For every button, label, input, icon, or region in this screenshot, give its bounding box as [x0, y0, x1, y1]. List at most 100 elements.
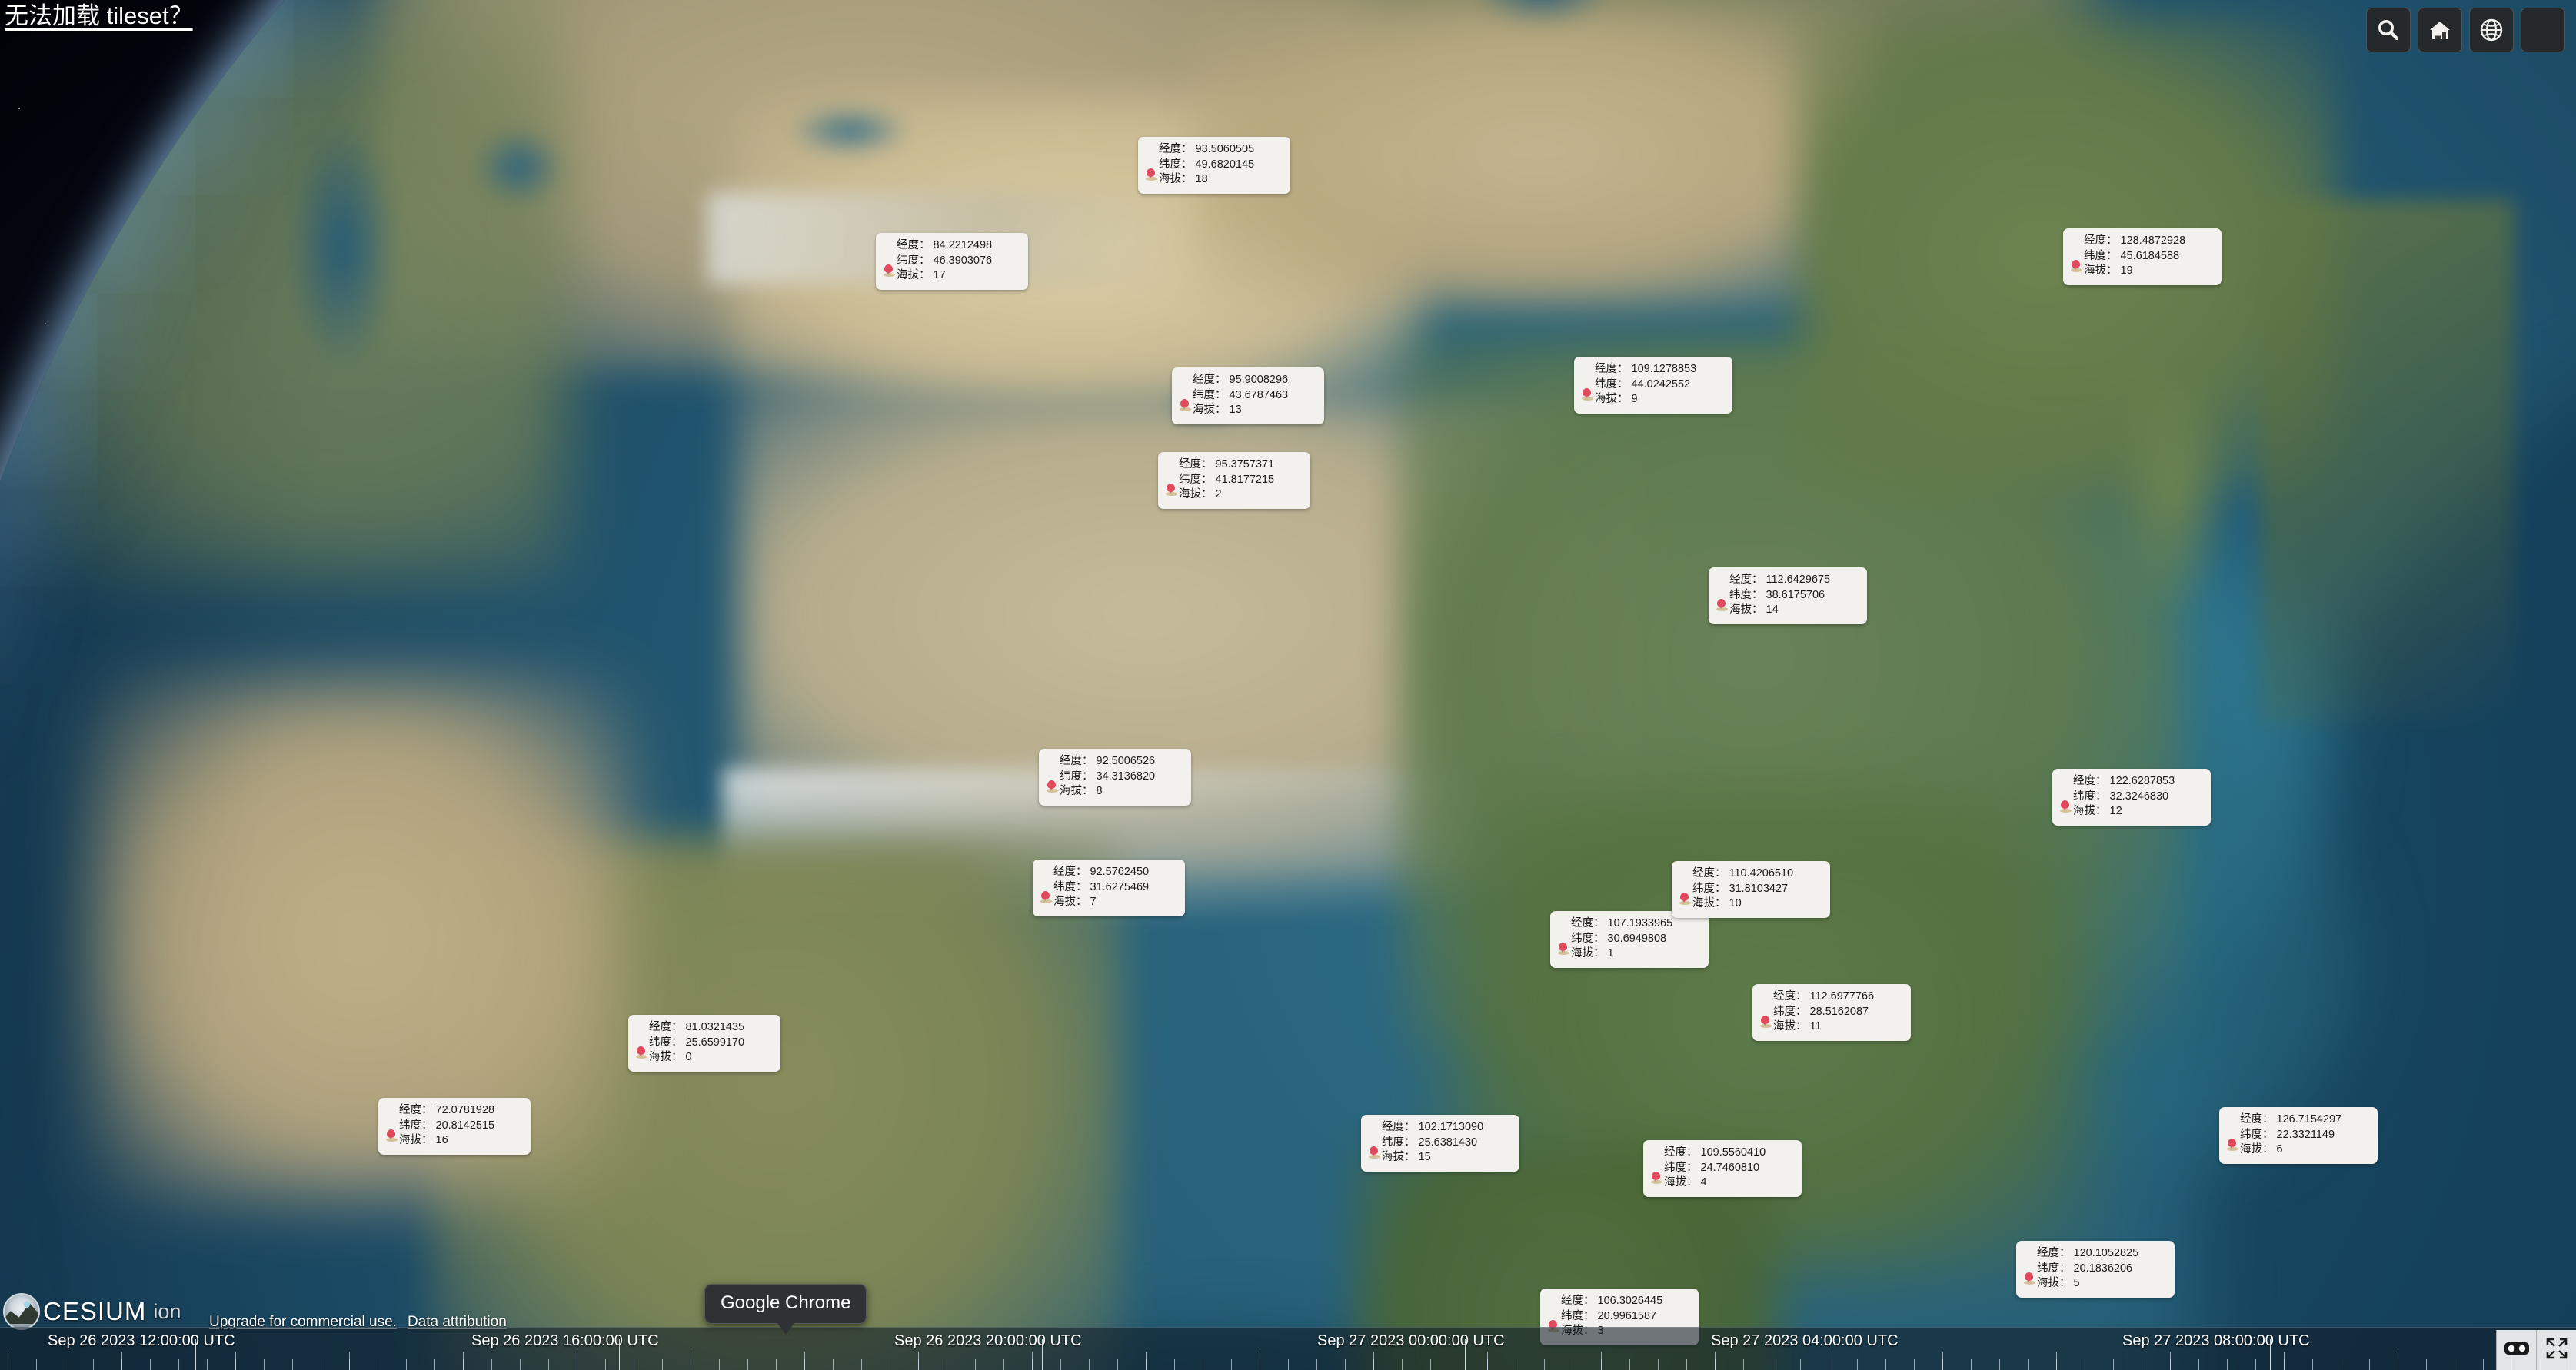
label-value-elevation: 0 — [685, 1051, 692, 1063]
label-key-elevation: 海拔： — [2037, 1277, 2071, 1289]
timeline-major-tick — [619, 1339, 620, 1370]
label-row-latitude: 纬度： 28.5162087 — [1760, 1005, 1902, 1028]
label-value-elevation: 19 — [2120, 264, 2133, 277]
label-value-elevation: 4 — [1700, 1176, 1707, 1189]
vr-button[interactable] — [2496, 1330, 2536, 1370]
label-row-latitude: 纬度： 25.6381430 — [1369, 1136, 1510, 1159]
timeline-mid-tick — [1715, 1352, 1716, 1370]
label-row-elevation: 海拔： 18 — [1146, 172, 1281, 188]
timeline-minor-tick — [1999, 1359, 2000, 1370]
base-layer-picker-button[interactable] — [2521, 8, 2565, 52]
label-key-elevation: 海拔： — [1595, 393, 1629, 405]
label-row-elevation: 海拔： 8 — [1047, 784, 1182, 800]
coordinate-label[interactable]: 经度： 126.7154297 纬度： 22.3321149 海拔： 6 — [2219, 1107, 2378, 1164]
label-key-elevation: 海拔： — [1664, 1176, 1698, 1189]
coordinate-label[interactable]: 经度： 84.2212498 纬度： 46.3903076 海拔： 17 — [876, 233, 1028, 290]
timeline-minor-tick — [520, 1359, 521, 1370]
pin-base-shadow — [1679, 901, 1691, 905]
label-key-elevation: 海拔： — [399, 1134, 433, 1146]
timeline-minor-tick — [975, 1359, 976, 1370]
globe[interactable] — [0, 0, 2576, 1370]
search-button[interactable] — [2366, 8, 2411, 52]
label-key-longitude: 经度： — [1773, 990, 1807, 1003]
timeline-minor-tick — [1345, 1359, 1346, 1370]
coordinate-label[interactable]: 经度： 102.1713090 纬度： 25.6381430 海拔： 15 — [1361, 1115, 1519, 1172]
label-key-elevation: 海拔： — [1571, 947, 1605, 959]
timeline-minor-tick — [1231, 1359, 1232, 1370]
timeline-major-tick — [1465, 1339, 1466, 1370]
fullscreen-button[interactable] — [2536, 1330, 2576, 1370]
label-row-elevation: 海拔： 0 — [636, 1050, 771, 1066]
coordinate-label[interactable]: 经度： 95.9008296 纬度： 43.6787463 海拔： 13 — [1172, 367, 1324, 424]
timeline-minor-tick — [1971, 1359, 1972, 1370]
coordinate-label[interactable]: 经度： 120.1052825 纬度： 20.1836206 海拔： 5 — [2016, 1241, 2175, 1298]
label-key-elevation: 海拔： — [1193, 404, 1226, 416]
coordinate-label[interactable]: 经度： 107.1933965 纬度： 30.6949808 海拔： 1 — [1550, 911, 1709, 968]
label-key-longitude: 经度： — [2240, 1113, 2274, 1126]
timeline-minor-tick — [406, 1359, 407, 1370]
label-value-latitude: 24.7460810 — [1700, 1161, 1760, 1174]
timeline-minor-tick — [2312, 1359, 2313, 1370]
timeline-minor-tick — [861, 1359, 862, 1370]
timeline-minor-tick — [1743, 1359, 1744, 1370]
label-value-elevation: 5 — [2073, 1277, 2080, 1289]
label-key-elevation: 海拔： — [1382, 1151, 1416, 1163]
timeline-tick-label: Sep 27 2023 00:00:00 UTC — [1317, 1332, 1505, 1349]
pin-base-shadow — [636, 1055, 647, 1059]
scene-mode-button[interactable] — [2469, 8, 2514, 52]
coordinate-label[interactable]: 经度： 109.1278853 纬度： 44.0242552 海拔： 9 — [1574, 357, 1732, 414]
label-key-elevation: 海拔： — [1179, 488, 1213, 500]
land-gobi — [1192, 0, 1884, 308]
timeline-minor-tick — [178, 1359, 179, 1370]
label-key-elevation: 海拔： — [1159, 173, 1193, 185]
label-key-latitude: 纬度： — [1571, 932, 1605, 945]
coordinate-label[interactable]: 经度： 81.0321435 纬度： 25.6599170 海拔： 0 — [628, 1015, 780, 1072]
label-value-longitude: 102.1713090 — [1418, 1121, 1484, 1133]
timeline-minor-tick — [1316, 1359, 1317, 1370]
coordinate-label[interactable]: 经度： 122.6287853 纬度： 32.3246830 海拔： 12 — [2052, 769, 2211, 826]
label-value-elevation: 12 — [2109, 805, 2122, 817]
label-row-latitude: 纬度： 20.9961587 — [1548, 1309, 1689, 1332]
timeline-minor-tick — [1658, 1359, 1659, 1370]
coordinate-label[interactable]: 经度： 110.4206510 纬度： 31.8103427 海拔： 10 — [1672, 861, 1830, 918]
timeline-minor-tick — [833, 1359, 834, 1370]
cesium-viewer[interactable]: 无法加载 tileset？ 经度： 93.5060505 纬度： 49.6820… — [0, 0, 2576, 1370]
coordinate-label[interactable]: 经度： 72.0781928 纬度： 20.8142515 海拔： 16 — [378, 1098, 531, 1155]
pin-base-shadow — [2227, 1147, 2238, 1151]
label-row-longitude: 经度： 112.6429675 — [1716, 573, 1858, 588]
coordinate-label[interactable]: 经度： 109.5560410 纬度： 24.7460810 海拔： 4 — [1643, 1140, 1802, 1197]
timeline[interactable]: Sep 26 2023 12:00:00 UTC Sep 26 2023 16:0… — [0, 1327, 2576, 1370]
cesium-logo-suffix: ion — [153, 1299, 181, 1323]
label-key-longitude: 经度： — [897, 239, 930, 251]
label-value-elevation: 8 — [1096, 785, 1103, 797]
coordinate-label[interactable]: 经度： 112.6429675 纬度： 38.6175706 海拔： 14 — [1709, 567, 1867, 624]
label-key-latitude: 纬度： — [1159, 158, 1193, 171]
label-key-elevation: 海拔： — [2073, 805, 2107, 817]
timeline-minor-tick — [1288, 1359, 1289, 1370]
timeline-mid-tick — [349, 1352, 350, 1370]
timeline-minor-tick — [207, 1359, 208, 1370]
pin-base-shadow — [1716, 607, 1728, 611]
timeline-minor-tick — [2028, 1359, 2029, 1370]
coordinate-label[interactable]: 经度： 92.5006526 纬度： 34.3136820 海拔： 8 — [1039, 749, 1191, 806]
timeline-minor-tick — [2483, 1359, 2484, 1370]
label-value-elevation: 11 — [1809, 1020, 1822, 1032]
coordinate-label[interactable]: 经度： 128.4872928 纬度： 45.6184588 海拔： 19 — [2063, 228, 2222, 285]
viewer-corner-buttons[interactable] — [2496, 1330, 2576, 1370]
home-icon — [2428, 18, 2452, 42]
label-key-elevation: 海拔： — [897, 269, 930, 281]
timeline-minor-tick — [434, 1359, 435, 1370]
label-key-longitude: 经度： — [1159, 143, 1193, 155]
coordinate-label[interactable]: 经度： 112.6977766 纬度： 28.5162087 海拔： 11 — [1752, 984, 1911, 1041]
home-button[interactable] — [2418, 8, 2462, 52]
label-row-elevation: 海拔： 4 — [1651, 1175, 1792, 1191]
label-value-latitude: 45.6184588 — [2120, 249, 2180, 262]
coordinate-label[interactable]: 经度： 95.3757371 纬度： 41.8177215 海拔： 2 — [1158, 452, 1310, 509]
coordinate-label[interactable]: 经度： 92.5762450 纬度： 31.6275469 海拔： 7 — [1033, 860, 1185, 916]
coordinate-label[interactable]: 经度： 93.5060505 纬度： 49.6820145 海拔： 18 — [1138, 137, 1290, 194]
globe-icon — [2479, 18, 2504, 42]
viewer-toolbar[interactable] — [2366, 8, 2565, 52]
label-value-longitude: 95.3757371 — [1215, 458, 1275, 471]
pin-base-shadow — [1040, 899, 1052, 903]
timeline-minor-tick — [1117, 1359, 1118, 1370]
